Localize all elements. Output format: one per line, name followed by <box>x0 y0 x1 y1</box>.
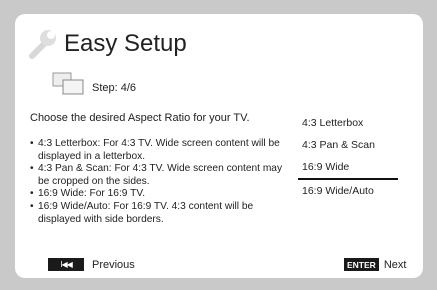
aspect-ratio-options: 4:3 Letterbox 4:3 Pan & Scan 16:9 Wide 1… <box>298 112 398 202</box>
next-label: Next <box>383 258 407 271</box>
description-item: 16:9 Wide: For 16:9 TV. <box>30 188 292 201</box>
description-item: 16:9 Wide/Auto: For 16:9 TV. 4:3 content… <box>30 201 292 226</box>
enter-key-icon: ENTER <box>344 258 379 271</box>
wrench-icon <box>29 30 56 59</box>
description-item: 4:3 Pan & Scan: For 4:3 TV. Wide screen … <box>30 163 292 188</box>
description-item: 4:3 Letterbox: For 4:3 TV. Wide screen c… <box>30 138 292 163</box>
page-title: Easy Setup <box>64 30 187 57</box>
step-indicator: Step: 4/6 <box>92 82 137 94</box>
option-letterbox[interactable]: 4:3 Letterbox <box>298 112 398 134</box>
option-wide[interactable]: 16:9 Wide <box>298 156 398 180</box>
tv-screens-icon <box>52 72 84 95</box>
previous-label: Previous <box>92 258 135 271</box>
description-list: 4:3 Letterbox: For 4:3 TV. Wide screen c… <box>30 138 292 226</box>
next-button[interactable]: ENTER Next <box>344 258 406 271</box>
option-pan-scan[interactable]: 4:3 Pan & Scan <box>298 134 398 156</box>
prompt-text: Choose the desired Aspect Ratio for your… <box>30 112 250 124</box>
previous-button[interactable]: I◀◀ Previous <box>48 258 135 271</box>
option-wide-auto[interactable]: 16:9 Wide/Auto <box>298 180 398 202</box>
previous-key-icon: I◀◀ <box>48 258 84 271</box>
